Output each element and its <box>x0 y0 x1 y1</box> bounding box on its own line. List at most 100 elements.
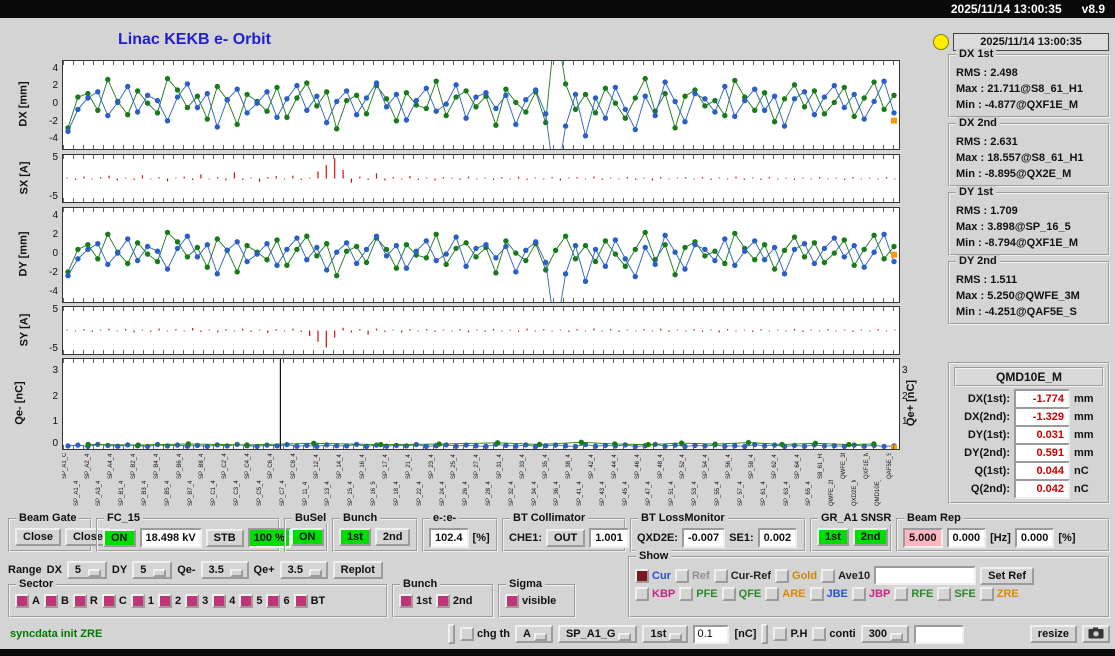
pfe-checkbox-label: PFE <box>696 588 718 600</box>
rfe-checkbox[interactable]: RFE <box>894 587 933 601</box>
x-tick-label: QMD10E_M <box>875 480 882 506</box>
c-checkbox[interactable]: C <box>101 594 127 608</box>
2nd-checkbox[interactable]: 2nd <box>435 594 472 608</box>
menu-value: 300 <box>868 628 888 640</box>
qfe-checkbox-label: QFE <box>738 588 762 600</box>
a-menu[interactable]: A <box>515 625 553 643</box>
2-checkbox-icon <box>157 594 172 608</box>
bt-collimator-group-label: BT Collimator <box>510 512 589 524</box>
y-tick-label: 2 <box>52 80 58 92</box>
ref-checkbox[interactable]: Ref <box>674 568 710 583</box>
qxd2e-label: QXD2E: <box>637 532 678 544</box>
chg-th-checkbox-icon <box>460 627 474 641</box>
3-5-menu[interactable]: 3.5 <box>200 561 249 579</box>
6-checkbox[interactable]: 6 <box>266 594 290 608</box>
1st-menu[interactable]: 1st <box>642 625 689 643</box>
r-checkbox[interactable]: R <box>72 594 98 608</box>
set-ref-button[interactable]: Set Ref <box>980 566 1035 585</box>
gold-checkbox[interactable]: Gold <box>775 568 817 583</box>
r-checkbox-label: R <box>89 595 98 607</box>
show-group-label: Show <box>636 550 672 562</box>
x-tick-label: SP_51_4 <box>669 481 675 506</box>
replot-button[interactable]: Replot <box>332 561 383 579</box>
dx-label: DX <box>46 564 62 576</box>
x-tick-label: SP_B7_4 <box>188 480 194 506</box>
are-checkbox[interactable]: ARE <box>765 587 806 601</box>
dy-2nd-unit: mm <box>1074 447 1094 459</box>
zre-checkbox[interactable]: ZRE <box>979 587 1019 601</box>
2nd-button[interactable]: 2nd <box>374 528 411 546</box>
resize-button[interactable]: resize <box>1029 625 1077 643</box>
on-button[interactable]: ON <box>291 528 324 546</box>
3-checkbox[interactable]: 3 <box>185 594 208 608</box>
pfe-checkbox[interactable]: PFE <box>679 587 718 601</box>
y-tick-label: 1 <box>52 416 58 428</box>
bt-checkbox[interactable]: BT <box>293 594 325 608</box>
jbp-checkbox[interactable]: JBP <box>851 587 890 601</box>
y-tick-label: 1 <box>902 416 908 428</box>
x-tick-label: SP_16_4 <box>359 454 366 479</box>
conti-checkbox[interactable]: conti <box>812 627 856 641</box>
1st-button[interactable]: 1st <box>817 528 849 546</box>
b-checkbox[interactable]: B <box>43 594 69 608</box>
0-007-value: -0.007 <box>681 528 726 548</box>
2-checkbox[interactable]: 2 <box>157 594 181 608</box>
sfe-checkbox[interactable]: SFE <box>937 587 976 601</box>
fc15-group: FC_15 ON 18.498 kV STB 100 % <box>96 512 291 552</box>
jbe-checkbox[interactable]: JBE <box>809 587 848 601</box>
dx-2nd-stats: DX 2nd RMS : 2.631 Max : 18.557@S8_61_H1 Mi… <box>948 117 1110 187</box>
ref-entry[interactable] <box>874 566 977 585</box>
sector-group: Sector A B R C 1 2 3 4 5 6 BT <box>8 578 388 618</box>
p-h-checkbox[interactable]: P.H <box>773 627 807 641</box>
kbp-checkbox[interactable]: KBP <box>635 587 675 601</box>
on-button[interactable]: ON <box>103 529 136 547</box>
6-checkbox-label: 6 <box>283 595 290 607</box>
1-checkbox[interactable]: 1 <box>130 594 154 608</box>
item-label: [%] <box>472 532 490 544</box>
busel-group: BuSel ON <box>284 512 330 552</box>
y-tick-label: 3 <box>52 364 58 376</box>
stat-max-value: 5.250@QWFE_3M <box>987 290 1080 302</box>
chg-th-checkbox[interactable]: chg th <box>460 627 510 641</box>
stat-rms-label: RMS : <box>956 274 988 286</box>
1st-checkbox[interactable]: 1st <box>399 594 432 608</box>
5-checkbox[interactable]: 5 <box>239 594 262 608</box>
1st-button[interactable]: 1st <box>339 528 371 546</box>
dx-1st-label: DX(1st): <box>967 393 1010 405</box>
dy-1st-value: 0.031 <box>1014 425 1070 445</box>
y-tick-label: 2 <box>52 390 58 402</box>
y-tick-label: -4 <box>49 285 58 297</box>
3-5-menu[interactable]: 3.5 <box>279 561 328 579</box>
5-menu[interactable]: 5 <box>66 561 107 579</box>
a-checkbox[interactable]: A <box>15 594 40 608</box>
x-tick-label: SP_B5_4 <box>165 480 172 506</box>
x-tick-label: SP_38_4 <box>565 454 572 479</box>
ave10-checkbox[interactable]: Ave10 <box>821 568 870 583</box>
bunch-group: Bunch 1st 2nd <box>332 512 418 552</box>
sp-a1-g-menu[interactable]: SP_A1_G <box>557 625 638 643</box>
threshold-entry[interactable] <box>693 624 730 644</box>
2nd-button[interactable]: 2nd <box>852 528 889 546</box>
x-tick-label: SP_A1_4 <box>73 480 80 506</box>
5-checkbox-icon <box>239 594 254 608</box>
qfe-checkbox[interactable]: QFE <box>721 587 762 601</box>
stat-min-value: -4.877@QXF1E_M <box>984 99 1078 111</box>
5-menu[interactable]: 5 <box>132 561 173 579</box>
close-button[interactable]: Close <box>15 528 61 546</box>
stb-button[interactable]: STB <box>205 529 244 547</box>
camera-button[interactable] <box>1082 625 1110 643</box>
monitor-row: DX(2nd): -1.329 mm <box>950 407 1108 427</box>
x-tick-label: SP_65_4 <box>806 481 813 506</box>
y-tick-label: -4 <box>49 133 58 145</box>
jbp-checkbox-icon <box>851 587 866 601</box>
cur-ref-checkbox[interactable]: Cur-Ref <box>713 568 771 583</box>
misc-entry[interactable] <box>914 624 965 644</box>
4-checkbox[interactable]: 4 <box>212 594 235 608</box>
visible-checkbox[interactable]: visible <box>505 594 556 608</box>
x-tick-label: SP_C7_4 <box>279 480 286 506</box>
cur-checkbox[interactable]: Cur <box>635 568 671 583</box>
out-button[interactable]: OUT <box>546 529 586 547</box>
300-menu[interactable]: 300 <box>860 625 910 643</box>
sigma-group-label: Sigma <box>506 578 546 590</box>
stat-min-label: Min : <box>956 237 982 249</box>
